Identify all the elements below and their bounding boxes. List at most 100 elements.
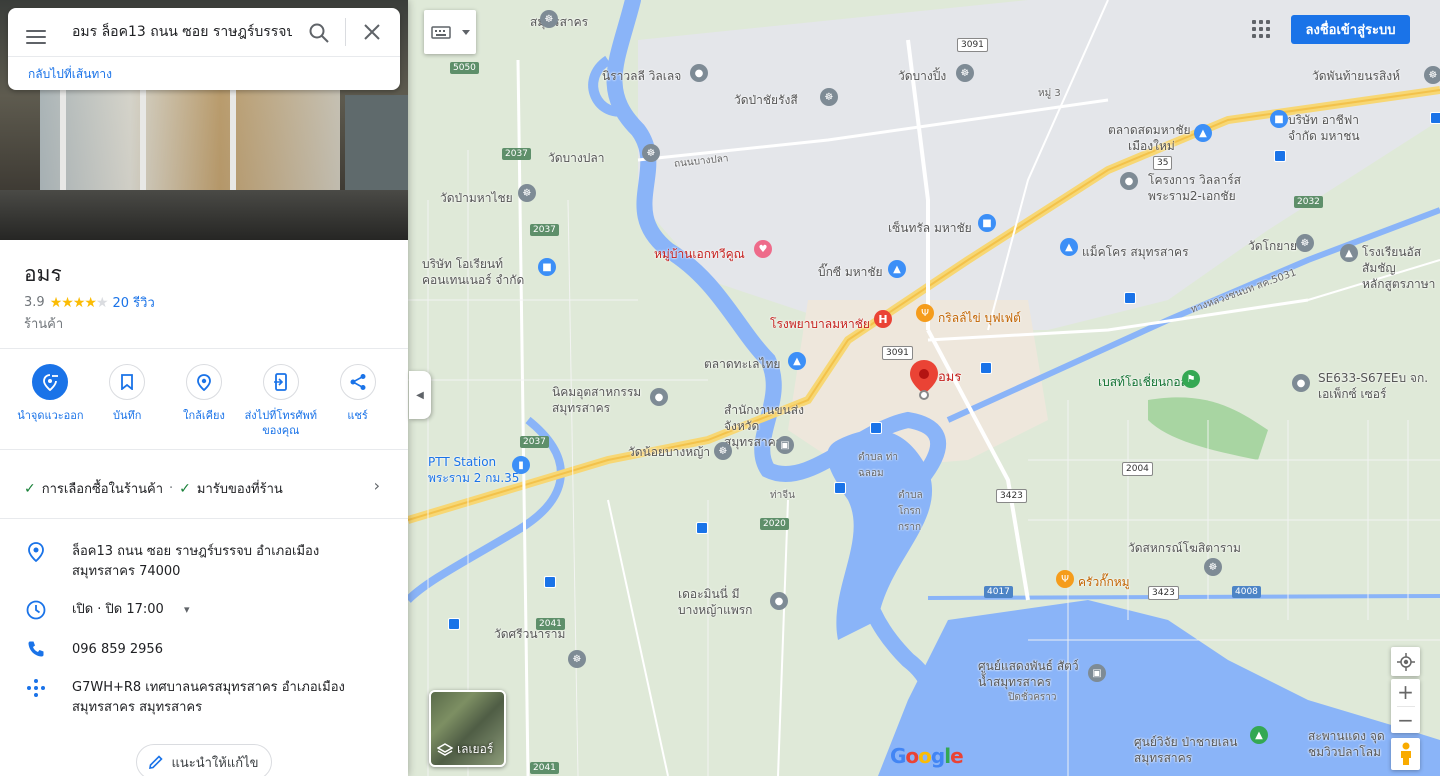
location-pin-icon[interactable]: [910, 360, 938, 400]
zoom-out-button[interactable]: −: [1397, 707, 1414, 734]
map-canvas[interactable]: สมุทรสาคร นิราวลลี วิลเลจ วัดป่าชัยรังสี…: [408, 0, 1440, 776]
map-label[interactable]: หมู่บ้านเอกทวีคูณ: [654, 246, 745, 262]
remove-stop-button[interactable]: นำจุดแวะออก: [12, 364, 89, 438]
my-location-button[interactable]: [1391, 647, 1420, 676]
map-label[interactable]: ตลาดสดมหาชัย: [1108, 122, 1191, 138]
chevron-down-icon[interactable]: ▾: [184, 603, 190, 616]
map-label[interactable]: วัดป่าชัยรังสี: [734, 92, 798, 108]
map-label[interactable]: กริลล์ไข่ บุฟเฟต์: [938, 310, 1021, 326]
map-label[interactable]: SE633-S67EEบ จก. เอเพ็กซ์ เซอร์: [1318, 370, 1438, 402]
place-category[interactable]: ร้านค้า: [24, 313, 63, 334]
map-label[interactable]: สมุทรสาคร: [530, 14, 588, 30]
place-marker-icon[interactable]: ●: [690, 64, 708, 82]
shopping-icon[interactable]: ▲: [888, 260, 906, 278]
map-label[interactable]: สะพานแดง จุดชมวิวปลาโลม: [1308, 728, 1388, 760]
map-label[interactable]: วัดพันท้ายนรสิงห์: [1312, 68, 1400, 84]
hotel-icon[interactable]: ♥: [754, 240, 772, 258]
input-tools-button[interactable]: [424, 10, 476, 54]
shopping-icon[interactable]: ▲: [1060, 238, 1078, 256]
apps-grid-icon[interactable]: [1252, 20, 1270, 38]
train-station-icon[interactable]: [980, 362, 992, 374]
map-label[interactable]: วัดบางปิ้ง: [898, 68, 946, 84]
service-options-row[interactable]: ✓ การเลือกซื้อในร้านค้า · ✓ มารับของที่ร…: [24, 476, 384, 499]
gas-station-icon[interactable]: ▮: [512, 456, 530, 474]
temple-icon[interactable]: ☸: [568, 650, 586, 668]
search-icon[interactable]: [308, 22, 330, 44]
collapse-panel-button[interactable]: ◀: [409, 371, 431, 419]
shopping-icon[interactable]: ■: [538, 258, 556, 276]
phone-row[interactable]: 096 859 2956: [24, 640, 384, 660]
map-label[interactable]: โรงเรียนอัสสัมชัญ หลักสูตรภาษา: [1362, 244, 1440, 292]
train-station-icon[interactable]: [544, 576, 556, 588]
restaurant-icon[interactable]: Ψ: [916, 304, 934, 322]
shopping-icon[interactable]: ▲: [788, 352, 806, 370]
pegman-button[interactable]: [1391, 738, 1420, 770]
temple-icon[interactable]: ☸: [642, 144, 660, 162]
temple-icon[interactable]: ☸: [1204, 558, 1222, 576]
train-station-icon[interactable]: [1274, 150, 1286, 162]
temple-icon[interactable]: ☸: [540, 10, 558, 28]
train-station-icon[interactable]: [870, 422, 882, 434]
map-label[interactable]: วัดป่ามหาไชย: [440, 190, 513, 206]
pin-label[interactable]: อมร: [938, 370, 961, 386]
map-label[interactable]: โรงพยาบาลมหาชัย: [770, 316, 870, 332]
map-label[interactable]: โครงการ วิลลาร์ส พระราม2-เอกชัย: [1148, 172, 1248, 204]
train-station-icon[interactable]: [1430, 112, 1440, 124]
map-label[interactable]: วัดโกยาย: [1248, 238, 1297, 254]
temple-icon[interactable]: ☸: [714, 442, 732, 460]
map-label[interactable]: เดอะมินนี่ มี บางหญ้าแพรก: [678, 586, 758, 618]
map-label[interactable]: วัดน้อยบางหญ้า: [628, 444, 710, 460]
send-to-phone-button[interactable]: ส่งไปที่โทรศัพท์ของคุณ: [242, 364, 319, 438]
reviews-link[interactable]: 20 รีวิว: [113, 292, 155, 313]
shopping-icon[interactable]: ■: [1270, 110, 1288, 128]
save-button[interactable]: บันทึก: [89, 364, 166, 438]
layers-button[interactable]: เลเยอร์: [429, 690, 506, 767]
back-to-directions-link[interactable]: กลับไปที่เส้นทาง: [28, 65, 112, 84]
temple-icon[interactable]: ☸: [820, 88, 838, 106]
temple-icon[interactable]: ☸: [518, 184, 536, 202]
museum-icon[interactable]: ▣: [1088, 664, 1106, 682]
close-icon[interactable]: [362, 22, 382, 42]
suggest-edit-button[interactable]: แนะนำให้แก้ไข: [136, 744, 272, 776]
map-label[interactable]: สำนักงานขนส่ง จังหวัดสมุทรสาคร: [724, 402, 814, 450]
train-station-icon[interactable]: [1124, 292, 1136, 304]
temple-icon[interactable]: ☸: [956, 64, 974, 82]
map-label[interactable]: ครัวกั๊กหมู: [1078, 574, 1130, 590]
map-label[interactable]: นิคมอุตสาหกรรม สมุทรสาคร: [552, 384, 652, 416]
map-label[interactable]: วัดสหกรณ์โฆสิตาราม: [1128, 540, 1241, 556]
share-button[interactable]: แชร์: [319, 364, 396, 438]
restaurant-icon[interactable]: Ψ: [1056, 570, 1074, 588]
hours-row[interactable]: เปิด · ปิด 17:00 ▾: [24, 600, 384, 620]
search-input[interactable]: [72, 20, 292, 44]
map-label[interactable]: เมืองใหม่: [1128, 138, 1175, 154]
train-station-icon[interactable]: [696, 522, 708, 534]
zoom-in-button[interactable]: +: [1397, 679, 1414, 706]
train-station-icon[interactable]: [834, 482, 846, 494]
government-icon[interactable]: ▣: [776, 436, 794, 454]
signin-button[interactable]: ลงชื่อเข้าสู่ระบบ: [1291, 15, 1410, 44]
shopping-icon[interactable]: ▲: [1194, 124, 1212, 142]
chevron-right-icon[interactable]: ›: [374, 476, 380, 495]
temple-icon[interactable]: ☸: [1424, 66, 1440, 84]
map-label[interactable]: เซ็นทรัล มหาชัย: [888, 220, 972, 236]
map-label[interactable]: บิ๊กซี มหาชัย: [818, 264, 883, 280]
place-marker-icon[interactable]: ●: [770, 592, 788, 610]
place-marker-icon[interactable]: ●: [1292, 374, 1310, 392]
school-icon[interactable]: ▲: [1340, 244, 1358, 262]
menu-icon[interactable]: [26, 30, 46, 44]
train-station-icon[interactable]: [448, 618, 460, 630]
place-marker-icon[interactable]: ●: [1120, 172, 1138, 190]
map-label[interactable]: แม็คโคร สมุทรสาคร: [1082, 244, 1189, 260]
place-marker-icon[interactable]: ●: [650, 388, 668, 406]
park-icon[interactable]: ▲: [1250, 726, 1268, 744]
map-label[interactable]: นิราวลลี วิลเลจ: [602, 68, 681, 84]
map-label[interactable]: ศูนย์แสดงพันธ์ สัตว์น้ำสมุทรสาคร: [978, 658, 1088, 690]
address-row[interactable]: ล็อค13 ถนน ซอย ราษฎร์บรรจบ อำเภอเมือง สม…: [24, 542, 384, 582]
map-label[interactable]: บริษัท โอเรียนท์ คอนเทนเนอร์ จำกัด: [422, 256, 552, 288]
hospital-icon[interactable]: H: [874, 310, 892, 328]
shopping-icon[interactable]: ■: [978, 214, 996, 232]
nearby-button[interactable]: ใกล้เคียง: [166, 364, 243, 438]
map-label[interactable]: ศูนย์วิจัย ป่าชายเลน สมุทรสาคร: [1134, 734, 1244, 766]
plus-code-row[interactable]: G7WH+R8 เทศบาลนครสมุทรสาคร อำเภอเมือง สม…: [24, 678, 384, 718]
temple-icon[interactable]: ☸: [1296, 234, 1314, 252]
